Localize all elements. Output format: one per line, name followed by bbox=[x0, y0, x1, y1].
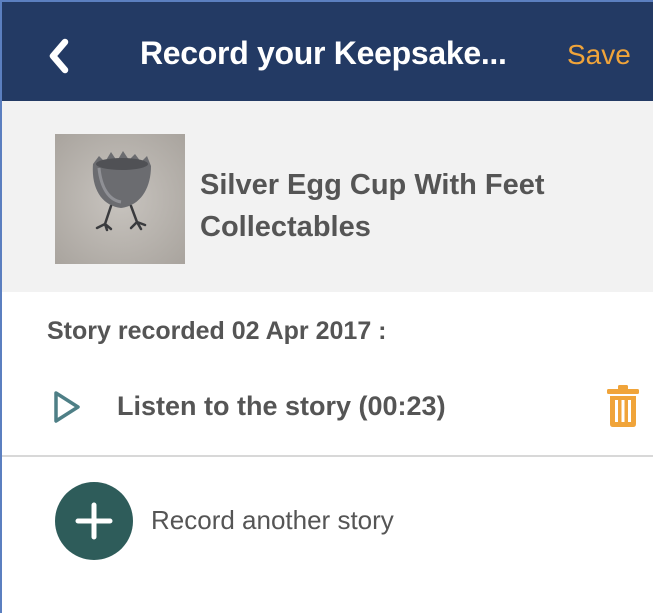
plus-icon bbox=[75, 502, 113, 540]
app-screen: Record your Keepsake... Save Silver Egg … bbox=[0, 0, 653, 613]
egg-cup-image bbox=[55, 134, 185, 264]
save-button[interactable]: Save bbox=[567, 39, 631, 71]
chevron-left-icon bbox=[49, 38, 69, 74]
delete-story-button[interactable] bbox=[606, 384, 640, 433]
listen-story-link[interactable]: Listen to the story (00:23) bbox=[117, 391, 446, 422]
story-recorded-date: Story recorded 02 Apr 2017 : bbox=[47, 317, 387, 345]
section-divider bbox=[2, 455, 653, 457]
back-button[interactable] bbox=[42, 36, 76, 76]
record-another-story-button[interactable] bbox=[55, 482, 133, 560]
play-icon bbox=[54, 391, 80, 423]
keepsake-item-card: Silver Egg Cup With Feet Collectables bbox=[2, 101, 653, 292]
keepsake-title: Silver Egg Cup With Feet Collectables bbox=[200, 169, 545, 243]
record-another-story-label[interactable]: Record another story bbox=[151, 505, 394, 536]
keepsake-thumbnail bbox=[55, 134, 185, 264]
navigation-bar: Record your Keepsake... Save bbox=[2, 2, 653, 101]
page-title: Record your Keepsake... bbox=[140, 35, 507, 71]
trash-icon bbox=[607, 385, 639, 427]
play-button[interactable] bbox=[52, 390, 82, 429]
